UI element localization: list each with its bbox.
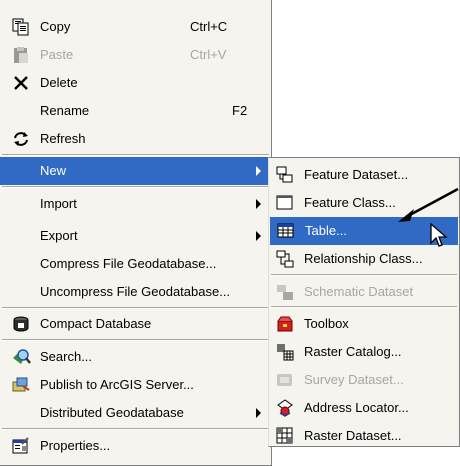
menu-item-compact-database[interactable]: Compact Database (0, 310, 271, 338)
submenu-arrow-icon (256, 199, 261, 209)
refresh-icon (11, 130, 31, 148)
menu-item-delete[interactable]: Delete (0, 69, 271, 97)
search-icon (11, 348, 31, 366)
feature-dataset-icon (275, 166, 295, 184)
submenu-arrow-icon (256, 166, 261, 176)
menu-item-label: Relationship Class... (304, 251, 423, 266)
raster-catalog-icon (275, 343, 295, 361)
submenu-item-schematic-dataset[interactable]: Schematic Dataset (269, 278, 459, 306)
menu-item-label: Distributed Geodatabase (40, 405, 184, 420)
menu-separator (2, 339, 269, 341)
menu-item-label: Publish to ArcGIS Server... (40, 377, 194, 392)
menu-item-label: Uncompress File Geodatabase... (40, 284, 231, 299)
menu-item-label: Export (40, 228, 78, 243)
submenu-item-toolbox[interactable]: Toolbox (269, 310, 459, 338)
menu-item-export[interactable]: Export (0, 222, 271, 250)
context-menu: Copy Ctrl+C Paste Ctrl+V Delete Rename F… (0, 0, 272, 466)
menu-separator (271, 306, 457, 308)
raster-dataset-icon (275, 427, 295, 445)
menu-item-label: Import (40, 196, 77, 211)
shortcut-text: Ctrl+V (190, 47, 227, 62)
compact-database-icon (11, 315, 31, 333)
menu-item-properties[interactable]: Properties... (0, 432, 271, 460)
address-locator-icon (275, 399, 295, 417)
submenu-item-survey-dataset[interactable]: Survey Dataset... (269, 366, 459, 394)
menu-item-copy[interactable]: Copy Ctrl+C (0, 13, 271, 41)
menu-separator (2, 307, 269, 309)
submenu-arrow-icon (256, 408, 261, 418)
menu-item-import[interactable]: Import (0, 190, 271, 218)
menu-item-label: Properties... (40, 438, 111, 453)
survey-dataset-icon (275, 371, 295, 389)
menu-item-paste[interactable]: Paste Ctrl+V (0, 41, 271, 69)
menu-separator (2, 428, 269, 430)
shortcut-text: Ctrl+C (190, 19, 228, 34)
menu-item-publish[interactable]: Publish to ArcGIS Server... (0, 371, 271, 399)
menu-item-compress[interactable]: Compress File Geodatabase... (0, 250, 271, 278)
feature-class-icon (275, 194, 295, 212)
menu-item-label: Feature Class... (304, 195, 396, 210)
delete-x-icon (11, 74, 31, 92)
menu-item-label: Table... (305, 223, 347, 238)
submenu-arrow-icon (256, 231, 261, 241)
relationship-class-icon (275, 250, 295, 268)
mouse-cursor-icon (430, 222, 448, 247)
copy-icon (11, 18, 31, 36)
submenu-item-raster-catalog[interactable]: Raster Catalog... (269, 338, 459, 366)
menu-item-uncompress[interactable]: Uncompress File Geodatabase... (0, 278, 271, 306)
shortcut-text: F2 (232, 103, 248, 118)
menu-item-label: Toolbox (304, 316, 349, 331)
menu-item-label: Rename (40, 103, 90, 118)
menu-separator (2, 186, 269, 188)
menu-separator (271, 274, 457, 276)
menu-item-label: Address Locator... (304, 400, 409, 415)
menu-item-label: Compress File Geodatabase... (40, 256, 217, 271)
menu-item-label: Copy (40, 19, 71, 34)
menu-separator (2, 154, 269, 156)
menu-item-refresh[interactable]: Refresh (0, 125, 271, 153)
menu-item-distributed-geodatabase[interactable]: Distributed Geodatabase (0, 399, 271, 427)
menu-item-new[interactable]: New (0, 157, 271, 185)
menu-item-label: Paste (40, 47, 74, 62)
menu-item-label: Search... (40, 349, 93, 364)
schematic-dataset-icon (275, 283, 295, 301)
toolbox-icon (275, 315, 295, 333)
menu-item-label: Refresh (40, 131, 86, 146)
menu-item-label: Feature Dataset... (304, 167, 409, 182)
publish-icon (11, 376, 31, 394)
menu-item-label: Survey Dataset... (304, 372, 404, 387)
submenu-item-raster-dataset[interactable]: Raster Dataset... (269, 422, 459, 450)
menu-item-label: New (40, 163, 67, 178)
menu-item-rename[interactable]: Rename F2 (0, 97, 271, 125)
menu-item-search[interactable]: Search... (0, 343, 271, 371)
paste-icon (11, 46, 31, 64)
menu-item-label: Schematic Dataset (304, 284, 414, 299)
menu-item-label: Delete (40, 75, 78, 90)
menu-item-label: Compact Database (40, 316, 152, 331)
menu-item-label: Raster Catalog... (304, 344, 402, 359)
submenu-item-address-locator[interactable]: Address Locator... (269, 394, 459, 422)
table-icon (276, 222, 296, 240)
properties-icon (11, 437, 31, 455)
menu-item-label: Raster Dataset... (304, 428, 402, 443)
